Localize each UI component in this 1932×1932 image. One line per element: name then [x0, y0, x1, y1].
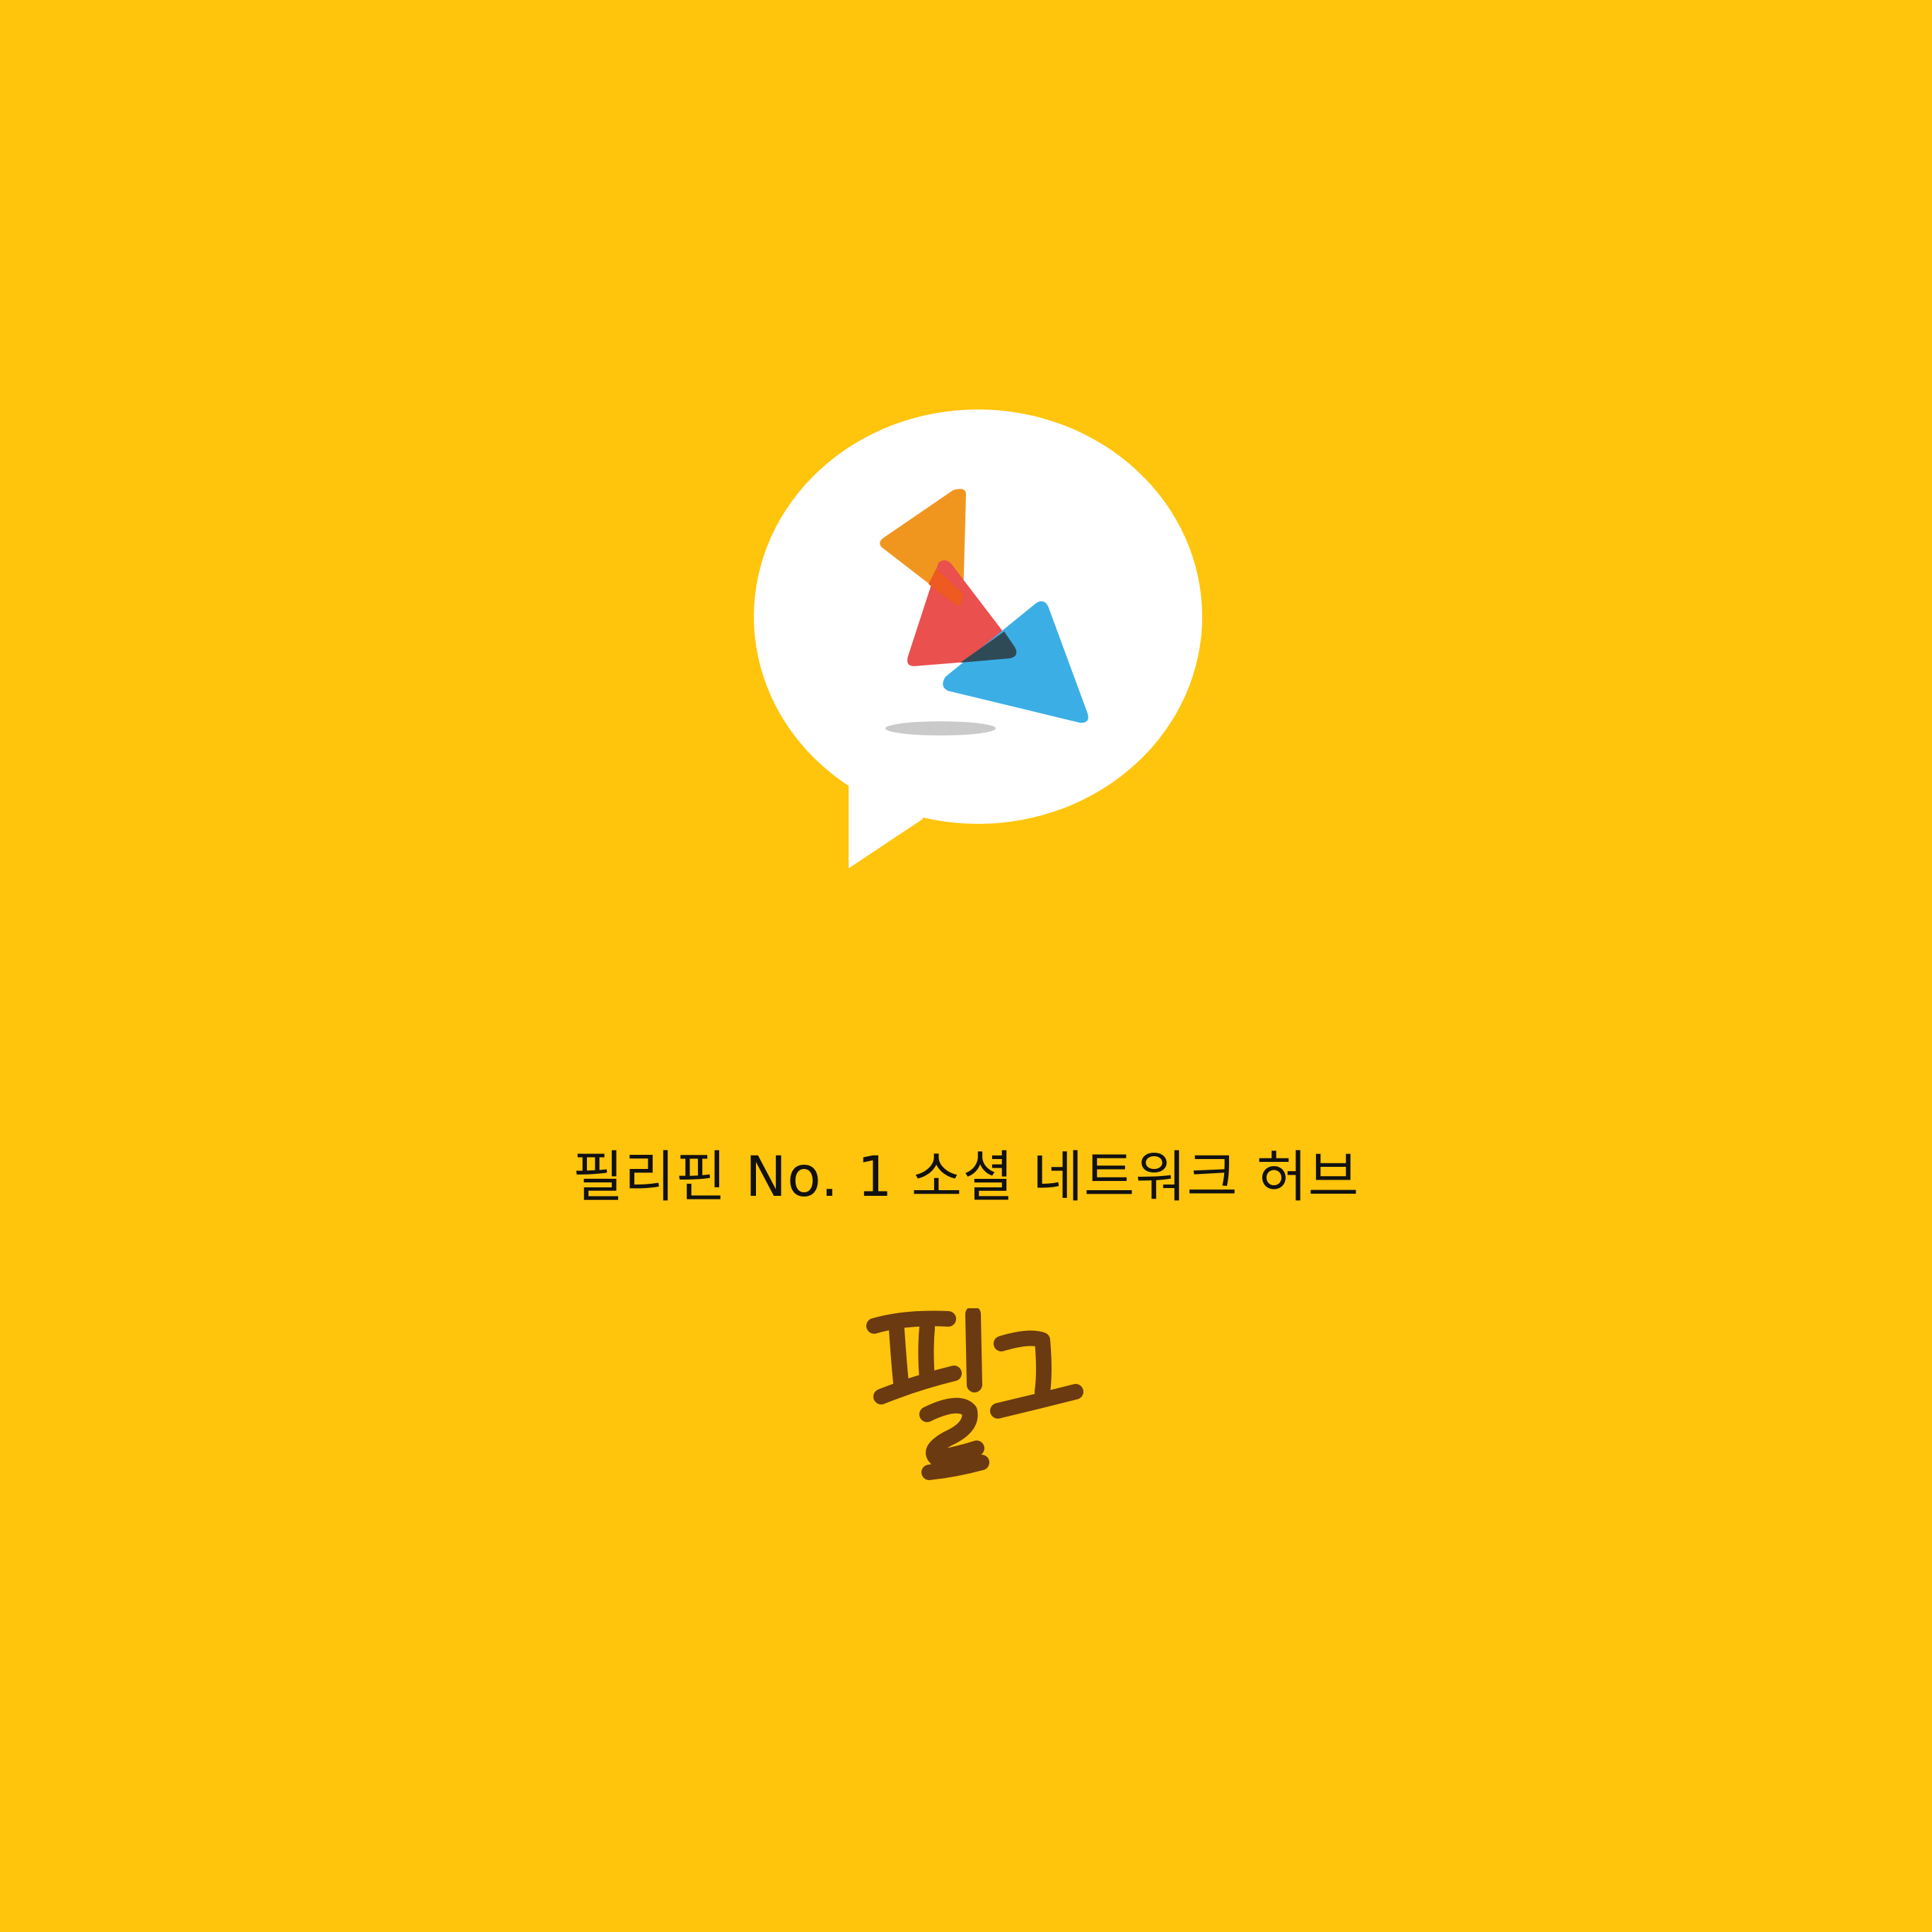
logo-shadow: [885, 721, 996, 735]
app-logo: [754, 409, 1202, 868]
tagline: 필리핀 No. 1 소셜 네트워크 허브: [572, 1146, 1360, 1209]
wordmark-logo: [866, 1308, 1083, 1480]
app-wordmark: [860, 1308, 1086, 1485]
splash-screen: 필리핀 No. 1 소셜 네트워크 허브: [0, 0, 1932, 1932]
